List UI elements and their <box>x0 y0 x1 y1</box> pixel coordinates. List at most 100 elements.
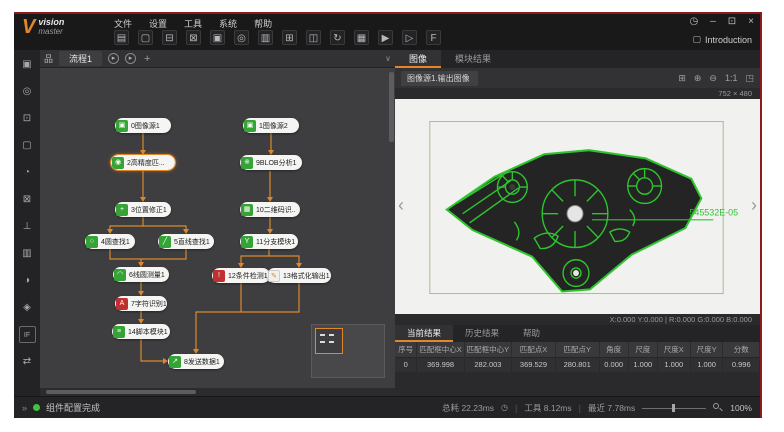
menu-item-1[interactable]: 设置 <box>149 17 167 30</box>
result-column-header: 尺度 <box>628 342 657 357</box>
circle-tool-icon[interactable]: ◔ <box>19 164 36 181</box>
result-cell: 0.000 <box>599 357 628 372</box>
fit-view-icon[interactable]: ⊞ <box>678 73 686 84</box>
camera-icon[interactable]: ◎ <box>234 30 249 45</box>
previous-image-arrow[interactable]: ‹ <box>398 196 404 214</box>
communication-icon[interactable]: ↻ <box>330 30 345 45</box>
minimap-viewport[interactable] <box>315 328 343 354</box>
flow-node-1[interactable]: ▣1图像源2 <box>243 118 299 133</box>
flow-node-4[interactable]: ○4圆查找1 <box>85 234 135 249</box>
result-table-wrap: 序号匹配框中心X匹配框中心Y匹配点X匹配点Y角度尺度尺度X尺度Y分数0369.9… <box>395 342 760 396</box>
io-config-icon[interactable]: ⊞ <box>282 30 297 45</box>
logic-if-tool-icon[interactable]: IF <box>19 326 36 343</box>
help-icon[interactable]: ◷ <box>689 16 698 28</box>
run-icon[interactable]: ▶ <box>378 30 393 45</box>
flow-node-14[interactable]: ≡14脚本模块1 <box>112 324 170 339</box>
image-source-selector[interactable]: 图像源1.输出图像 <box>401 71 478 86</box>
save-as-icon[interactable]: ⊟ <box>162 30 177 45</box>
menu-item-4[interactable]: 帮助 <box>254 17 272 30</box>
flow-list-icon[interactable]: 品 <box>44 52 53 65</box>
zoom-in-icon[interactable]: ⊕ <box>694 73 702 84</box>
module-list-icon[interactable]: ◫ <box>306 30 321 45</box>
acquisition-tool-icon[interactable]: ▣ <box>19 56 36 73</box>
image-viewport[interactable]: 545532E-05 ‹ › <box>395 99 760 314</box>
flow-node-0[interactable]: ▣0图像源1 <box>115 118 171 133</box>
position-tool-icon[interactable]: ⊡ <box>19 110 36 127</box>
flow-node-12[interactable]: !12条件检测1 <box>212 268 270 283</box>
flow-node-10[interactable]: ▦10二维码识.. <box>240 202 300 217</box>
flow-edge <box>269 256 299 266</box>
menu-item-3[interactable]: 系统 <box>219 17 237 30</box>
next-image-arrow[interactable]: › <box>751 196 757 214</box>
image-process-tool-icon[interactable]: ▥ <box>19 245 36 262</box>
run-continuous-button[interactable]: ▸ <box>125 53 136 64</box>
part-image: 545532E-05 <box>395 99 760 314</box>
flow-tab[interactable]: 流程1 <box>59 51 102 66</box>
communication-tool-icon[interactable]: ⇄ <box>19 353 36 370</box>
flow-node-6[interactable]: ◠6线圆测量1 <box>113 267 169 282</box>
clock-icon: ◷ <box>501 403 508 412</box>
result-cell: 369.998 <box>417 357 464 372</box>
result-cell: 0 <box>395 357 417 372</box>
restore-icon[interactable]: ⊡ <box>728 16 736 28</box>
flow-node-label: 10二维码识.. <box>253 205 299 215</box>
menu-item-2[interactable]: 工具 <box>184 17 202 30</box>
tab-module-result[interactable]: 模块结果 <box>441 50 505 68</box>
result-table-row[interactable]: 0369.998282.003369.529280.8010.0001.0001… <box>395 357 760 372</box>
result-cell: 1.000 <box>628 357 657 372</box>
result-tab-2[interactable]: 帮助 <box>511 325 552 342</box>
canvas-horizontal-scrollbar[interactable] <box>40 388 395 396</box>
logo-line1: vision <box>38 18 64 27</box>
minimize-icon[interactable]: – <box>710 16 716 28</box>
close-icon[interactable]: × <box>748 16 754 28</box>
flow-node-3[interactable]: +3位置修正1 <box>115 202 171 217</box>
logo-line2: master <box>38 27 64 36</box>
fullscreen-icon[interactable]: ◳ <box>745 73 754 84</box>
introduction-link[interactable]: ▢ Introduction <box>692 34 752 45</box>
defect-tool-icon[interactable]: ◈ <box>19 299 36 316</box>
zoom-out-icon[interactable]: ⊖ <box>709 73 717 84</box>
export-icon[interactable]: ⊠ <box>186 30 201 45</box>
find-tool-icon[interactable]: ⊠ <box>19 191 36 208</box>
flow-node-7[interactable]: A7字符识别1 <box>115 296 167 311</box>
result-tab-0[interactable]: 当前结果 <box>395 325 453 342</box>
flow-node-9[interactable]: ※9BLOB分析1 <box>240 155 302 170</box>
result-tab-1[interactable]: 历史结果 <box>453 325 511 342</box>
image-viewer-toolbar: 图像源1.输出图像 ⊞ ⊕ ⊖ 1:1 ◳ <box>395 68 760 88</box>
canvas-zoom-slider[interactable] <box>642 403 706 413</box>
color-tool-icon[interactable]: ◑ <box>19 272 36 289</box>
line-find-icon: ╱ <box>159 236 171 248</box>
focus-tool-icon[interactable]: ▢ <box>19 137 36 154</box>
run-once-button[interactable]: ▸ <box>108 53 119 64</box>
flow-node-8[interactable]: ↗8发送数据1 <box>168 354 224 369</box>
open-icon[interactable]: ▢ <box>138 30 153 45</box>
result-table-header-row: 序号匹配框中心X匹配框中心Y匹配点X匹配点Y角度尺度尺度X尺度Y分数 <box>395 342 760 357</box>
global-script-icon[interactable]: ▦ <box>354 30 369 45</box>
canvas-vertical-scrollbar[interactable] <box>389 72 394 142</box>
flow-node-13[interactable]: ✎13格式化输出1 <box>267 268 331 283</box>
locate-tool-icon[interactable]: ◎ <box>19 83 36 100</box>
flow-node-11[interactable]: Y11分支模块1 <box>240 234 298 249</box>
tab-image[interactable]: 图像 <box>395 50 441 68</box>
data-queue-icon[interactable]: ▥ <box>258 30 273 45</box>
flow-header-caret-icon[interactable]: ∨ <box>385 54 391 63</box>
caliper-tool-icon[interactable]: ⊥ <box>19 218 36 235</box>
result-cell: 0.996 <box>723 357 760 372</box>
statusbar-expand-icon[interactable]: » <box>22 403 27 413</box>
tool-time-metric: 工具 8.12ms <box>524 402 571 414</box>
result-column-header: 分数 <box>723 342 760 357</box>
save-icon[interactable]: ▤ <box>114 30 129 45</box>
pixel-coords-readout: X:0.000 Y:0.000 | R:0.000 G:0.000 B:0.00… <box>395 314 760 325</box>
run-once-icon[interactable]: ▷ <box>402 30 417 45</box>
flow-node-2[interactable]: ◉2高精度匹... <box>111 155 175 170</box>
canvas-minimap[interactable] <box>311 324 385 378</box>
flow-canvas-column: 品 流程1 ▸ ▸ + ∨ ▣0图像源1 ▣1图像源2 ◉2高精度匹... +3位置修… <box>40 50 395 396</box>
format-icon[interactable]: F <box>426 30 441 45</box>
flow-node-5[interactable]: ╱5直线查找1 <box>158 234 214 249</box>
window-layout-icon[interactable]: ▣ <box>210 30 225 45</box>
one-to-one-icon[interactable]: 1:1 <box>725 73 738 84</box>
flow-canvas[interactable]: ▣0图像源1 ▣1图像源2 ◉2高精度匹... +3位置修正1 ○4圆查找1 ╱5直线查找… <box>40 68 395 388</box>
result-table[interactable]: 序号匹配框中心X匹配框中心Y匹配点X匹配点Y角度尺度尺度X尺度Y分数0369.9… <box>395 342 760 372</box>
add-flow-button[interactable]: + <box>144 53 150 65</box>
menu-item-0[interactable]: 文件 <box>114 17 132 30</box>
